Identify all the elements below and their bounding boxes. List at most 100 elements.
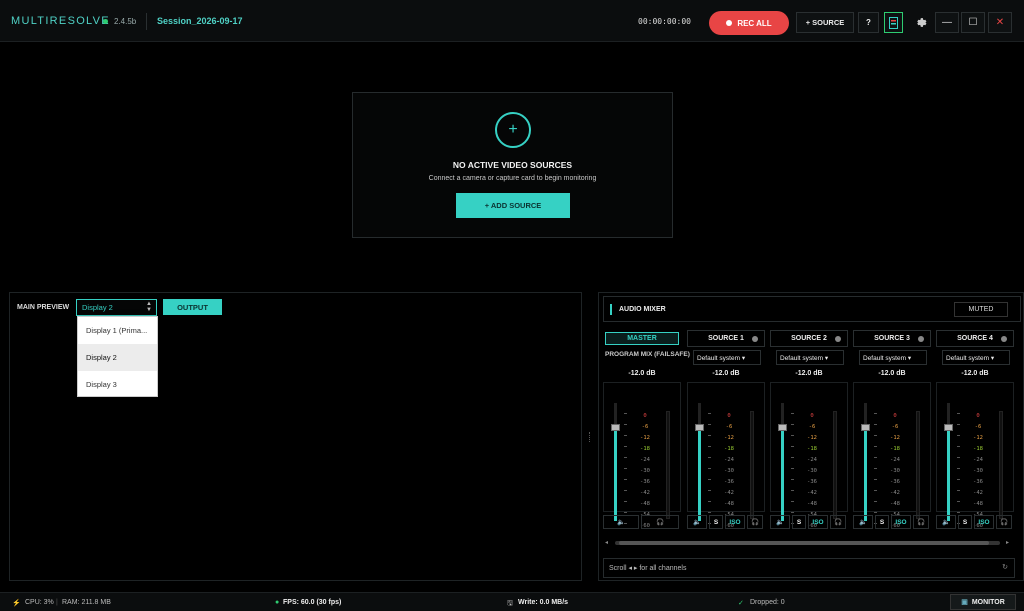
add-source-button[interactable]: + SOURCE <box>796 12 854 33</box>
chevron-down-icon: ▾ <box>824 355 829 362</box>
iso-button[interactable]: ISO <box>891 515 911 529</box>
fader-level <box>781 427 784 521</box>
channel-name[interactable]: SOURCE 1 <box>687 330 765 347</box>
add-source-cta-button[interactable]: + ADD SOURCE <box>456 193 570 218</box>
scale-label: -18 <box>890 446 900 452</box>
dropdown-option[interactable]: Display 1 (Prima... <box>78 317 157 344</box>
top-bar: MULTIRESOLVE 2.4.5b Session_2026-09-17 0… <box>0 0 1024 42</box>
display-select[interactable]: Display 2 ▲ ▼ <box>76 299 157 316</box>
maximize-button[interactable]: ☐ <box>961 12 985 33</box>
mute-button[interactable]: 🔈 <box>853 515 873 529</box>
tick <box>791 446 794 447</box>
device-select[interactable]: Default system ▾ <box>776 350 844 365</box>
settings-button[interactable] <box>909 12 931 33</box>
headphones-button[interactable]: 🎧 <box>830 515 846 529</box>
solo-button[interactable]: S <box>709 515 723 529</box>
mute-button[interactable]: 🔈 <box>687 515 707 529</box>
select-arrows-icon: ▲ ▼ <box>146 301 152 313</box>
refresh-icon[interactable]: ↻ <box>1002 563 1008 571</box>
gear-icon[interactable] <box>918 336 924 342</box>
fader-knob[interactable] <box>611 424 620 431</box>
tick <box>708 413 711 414</box>
fader-knob[interactable] <box>695 424 704 431</box>
mute-button[interactable]: 🔈 <box>936 515 956 529</box>
scale-label: -12 <box>973 435 983 441</box>
rec-all-button[interactable]: REC ALL <box>709 11 789 35</box>
channel-name[interactable]: SOURCE 3 <box>853 330 931 347</box>
tick <box>874 490 877 491</box>
tick <box>874 501 877 502</box>
device-select[interactable]: Default system ▾ <box>859 350 927 365</box>
muted-button[interactable]: MUTED <box>954 302 1008 317</box>
scale-label: -12 <box>640 435 650 441</box>
monitor-button[interactable]: ▣ MONITOR <box>950 594 1016 610</box>
empty-state-title: NO ACTIVE VIDEO SOURCES <box>452 160 573 170</box>
channel-name[interactable]: SOURCE 4 <box>936 330 1014 347</box>
speaker-icon: 🔈 <box>941 519 951 526</box>
channel-scrollbar[interactable]: ◂ ▸ <box>605 539 1017 547</box>
mute-button[interactable]: 🔈 <box>770 515 790 529</box>
iso-button[interactable]: ISO <box>974 515 994 529</box>
dropdown-option[interactable]: Display 3 <box>78 371 157 398</box>
speaker-icon: 🔈 <box>616 519 626 526</box>
headphones-icon: 🎧 <box>750 519 760 526</box>
add-icon[interactable]: + <box>495 112 531 148</box>
channel-name[interactable]: SOURCE 2 <box>770 330 848 347</box>
scale-label: -24 <box>807 457 817 463</box>
scroll-thumb[interactable] <box>619 541 989 545</box>
session-name[interactable]: Session_2026-09-17 <box>157 16 243 26</box>
headphones-icon: 🎧 <box>916 519 926 526</box>
scale-label: -12 <box>890 435 900 441</box>
device-select[interactable]: Default system ▾ <box>942 350 1010 365</box>
dropdown-option-selected[interactable]: Display 2 <box>78 344 157 371</box>
device-select[interactable]: Default system ▾ <box>693 350 761 365</box>
gear-icon <box>916 18 926 27</box>
headphones-button[interactable]: 🎧 <box>641 515 679 529</box>
panel-splitter[interactable] <box>589 432 591 442</box>
gear-icon[interactable] <box>1001 336 1007 342</box>
tick <box>624 490 627 491</box>
tick <box>708 490 711 491</box>
scale-label: -24 <box>640 457 650 463</box>
headphones-button[interactable]: 🎧 <box>913 515 929 529</box>
output-button[interactable]: OUTPUT <box>163 299 222 315</box>
tick <box>957 446 960 447</box>
tick <box>957 512 960 513</box>
monitor-label: MONITOR <box>971 598 1005 606</box>
tick <box>957 479 960 480</box>
solo-button[interactable]: S <box>958 515 972 529</box>
disk-icon: 🖫 <box>507 600 513 607</box>
fader-knob[interactable] <box>778 424 787 431</box>
solo-button[interactable]: S <box>875 515 889 529</box>
cpu-usage: CPU: 3% <box>25 599 54 606</box>
scale-label: -30 <box>640 468 650 474</box>
channel-strip: SOURCE 2 Default system ▾ -12.0 dB 0 -6 -12 -1… <box>770 330 850 535</box>
channel-buttons: 🔈 S ISO 🎧 <box>936 515 1014 531</box>
status-dot <box>103 19 108 24</box>
close-button[interactable]: ✕ <box>988 12 1012 33</box>
gear-icon[interactable] <box>752 336 758 342</box>
fader-level <box>698 427 701 521</box>
iso-button[interactable]: ISO <box>808 515 828 529</box>
scale-label: -12 <box>724 435 734 441</box>
channel-buttons: 🔈 S ISO 🎧 <box>853 515 931 531</box>
mute-button[interactable]: 🔈 <box>603 515 639 529</box>
minimize-button[interactable]: — <box>935 12 959 33</box>
scroll-left-icon[interactable]: ◂ <box>605 539 608 546</box>
fader-knob[interactable] <box>861 424 870 431</box>
gear-icon[interactable] <box>835 336 841 342</box>
iso-button[interactable]: ISO <box>725 515 745 529</box>
help-button[interactable]: ? <box>858 12 879 33</box>
app-version: 2.4.5b <box>114 17 137 26</box>
fader-knob[interactable] <box>944 424 953 431</box>
tick <box>708 446 711 447</box>
scroll-right-icon[interactable]: ▸ <box>1006 539 1009 546</box>
channel-buttons: 🔈 S ISO 🎧 <box>687 515 765 531</box>
solo-button[interactable]: S <box>792 515 806 529</box>
scale-label: -48 <box>973 501 983 507</box>
channel-name-label: SOURCE 1 <box>708 335 744 342</box>
headphones-button[interactable]: 🎧 <box>996 515 1012 529</box>
monitor-toggle-button[interactable] <box>884 12 903 33</box>
headphones-button[interactable]: 🎧 <box>747 515 763 529</box>
channel-name[interactable]: MASTER <box>605 332 679 345</box>
